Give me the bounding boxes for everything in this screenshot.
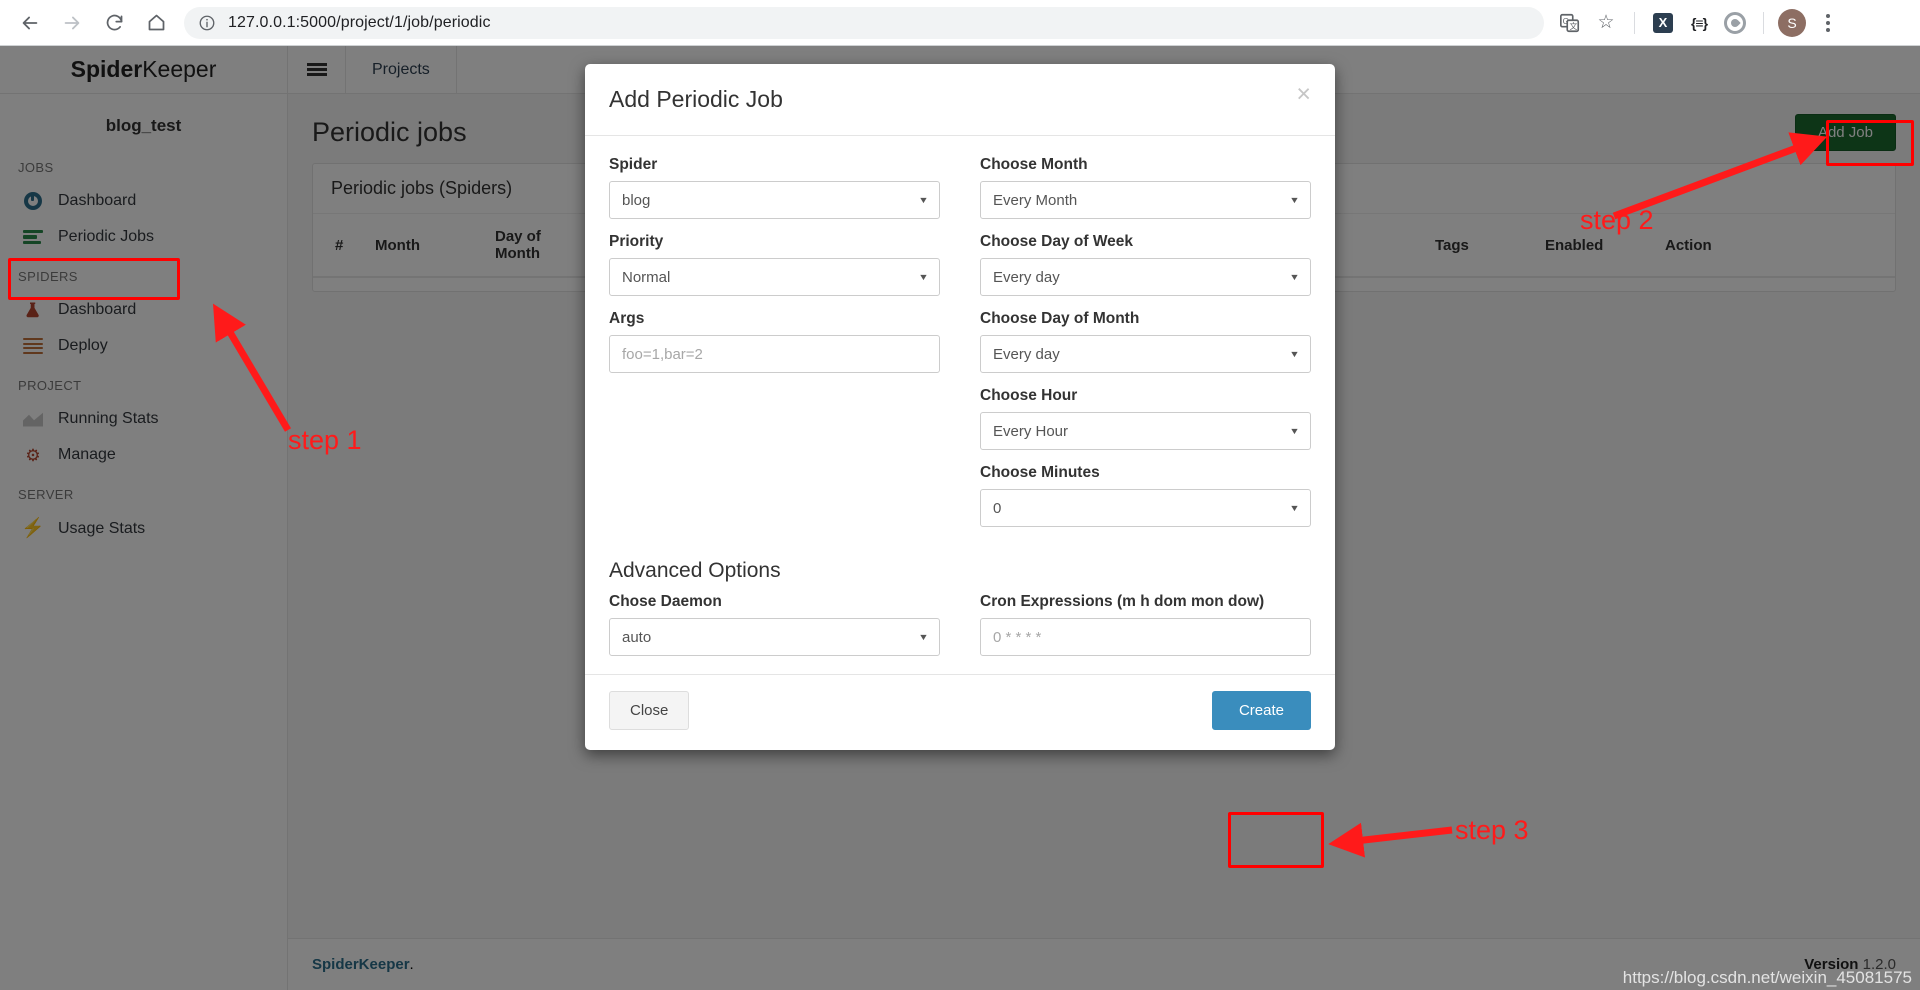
toolbar-divider-2 [1763, 11, 1764, 34]
field-choose-month: Choose Month Every Month [980, 156, 1311, 219]
field-chose-daemon: Chose Daemon auto [609, 593, 940, 656]
browser-nav-buttons [0, 3, 176, 43]
cron-expressions-placeholder: 0 * * * * [993, 628, 1042, 646]
translate-icon[interactable]: G 文 [1554, 7, 1586, 39]
watermark-url: https://blog.csdn.net/weixin_45081575 [1622, 968, 1912, 987]
cron-expressions-input[interactable]: 0 * * * * [980, 618, 1311, 656]
close-icon[interactable]: × [1296, 82, 1311, 106]
choose-day-of-month-select[interactable]: Every day [980, 335, 1311, 373]
choose-minutes-select[interactable]: 0 [980, 489, 1311, 527]
field-cron-expressions: Cron Expressions (m h dom mon dow) 0 * *… [980, 593, 1311, 656]
screenshot-root: 127.0.0.1:5000/project/1/job/periodic G … [0, 0, 1920, 990]
advanced-options-title: Advanced Options [609, 559, 781, 582]
priority-select[interactable]: Normal [609, 258, 940, 296]
priority-select-value: Normal [622, 268, 671, 286]
avatar[interactable]: S [1776, 7, 1808, 39]
args-input-placeholder: foo=1,bar=2 [622, 345, 703, 363]
three-dot-menu-icon[interactable] [1812, 7, 1844, 39]
label-choose-day-of-month: Choose Day of Month [980, 310, 1140, 327]
address-bar-url: 127.0.0.1:5000/project/1/job/periodic [228, 13, 491, 31]
back-arrow-icon[interactable] [10, 3, 50, 43]
spiderkeeper-app: SpiderKeeper blog_test JOBS Dashboard Pe… [0, 46, 1920, 990]
forward-arrow-icon[interactable] [52, 3, 92, 43]
modal-right-column: Choose Month Every Month Choose Day of W… [960, 156, 1311, 541]
choose-month-select[interactable]: Every Month [980, 181, 1311, 219]
leaf-logo-glyph [1724, 11, 1746, 34]
create-button[interactable]: Create [1211, 691, 1311, 730]
toolbar-divider [1634, 11, 1635, 34]
label-cron-expressions: Cron Expressions (m h dom mon dow) [980, 593, 1265, 610]
chose-daemon-select[interactable]: auto [609, 618, 940, 656]
spider-select-value: blog [622, 191, 651, 209]
advanced-right-column: Cron Expressions (m h dom mon dow) 0 * *… [960, 593, 1311, 656]
close-button[interactable]: Close [609, 691, 690, 730]
field-choose-day-of-week: Choose Day of Week Every day [980, 233, 1311, 296]
svg-text:文: 文 [1570, 20, 1578, 30]
x-extension-label: X [1653, 12, 1673, 33]
label-args: Args [609, 310, 645, 327]
choose-day-of-week-select[interactable]: Every day [980, 258, 1311, 296]
field-choose-hour: Choose Hour Every Hour [980, 387, 1311, 450]
label-spider: Spider [609, 156, 658, 173]
chose-daemon-value: auto [622, 628, 652, 646]
choose-month-value: Every Month [993, 191, 1078, 209]
modal-left-column: Spider blog Priority Normal Args [609, 156, 960, 541]
home-icon[interactable] [136, 3, 176, 43]
choose-day-of-month-value: Every day [993, 345, 1060, 363]
field-priority: Priority Normal [609, 233, 940, 296]
browser-toolbar: 127.0.0.1:5000/project/1/job/periodic G … [0, 0, 1920, 46]
add-periodic-job-modal: Add Periodic Job × Spider blog Priority … [585, 64, 1335, 750]
field-spider: Spider blog [609, 156, 940, 219]
brace-extension-label: {≡} [1690, 14, 1708, 31]
reload-icon[interactable] [94, 3, 134, 43]
label-priority: Priority [609, 233, 664, 250]
field-choose-minutes: Choose Minutes 0 [980, 464, 1311, 527]
modal-footer: Close Create [585, 674, 1335, 750]
choose-hour-value: Every Hour [993, 422, 1069, 440]
leaf-extension-icon[interactable] [1719, 7, 1751, 39]
avatar-initial: S [1778, 8, 1806, 37]
label-choose-day-of-week: Choose Day of Week [980, 233, 1134, 250]
advanced-left-column: Chose Daemon auto [609, 593, 960, 656]
args-input[interactable]: foo=1,bar=2 [609, 335, 940, 373]
label-choose-month: Choose Month [980, 156, 1088, 173]
modal-header: Add Periodic Job × [585, 64, 1335, 136]
modal-title: Add Periodic Job [609, 86, 783, 112]
choose-hour-select[interactable]: Every Hour [980, 412, 1311, 450]
label-choose-hour: Choose Hour [980, 387, 1078, 404]
spider-select[interactable]: blog [609, 181, 940, 219]
field-choose-day-of-month: Choose Day of Month Every day [980, 310, 1311, 373]
choose-minutes-value: 0 [993, 499, 1002, 517]
label-choose-minutes: Choose Minutes [980, 464, 1100, 481]
modal-body: Spider blog Priority Normal Args [585, 136, 1335, 553]
field-args: Args foo=1,bar=2 [609, 310, 940, 373]
x-extension-icon[interactable]: X [1647, 7, 1679, 39]
choose-day-of-week-value: Every day [993, 268, 1060, 286]
label-chose-daemon: Chose Daemon [609, 593, 722, 610]
advanced-options-body: Chose Daemon auto Cron Expressions (m h … [585, 593, 1335, 674]
site-info-icon[interactable] [198, 14, 216, 32]
address-bar[interactable]: 127.0.0.1:5000/project/1/job/periodic [184, 6, 1544, 39]
star-icon[interactable]: ☆ [1590, 7, 1622, 39]
brace-extension-icon[interactable]: {≡} [1683, 7, 1715, 39]
browser-extension-icons: G 文 ☆ X {≡} S [1554, 7, 1852, 39]
kebab-glyph [1826, 13, 1830, 32]
